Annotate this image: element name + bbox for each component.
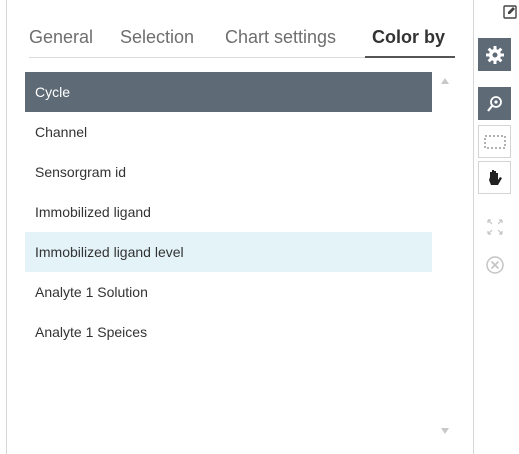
scroll-up-arrow-icon[interactable] [441,78,449,84]
scroll-down-arrow-icon[interactable] [441,428,449,434]
pan-button[interactable] [478,161,511,194]
color-by-option-immobilized-ligand[interactable]: Immobilized ligand [25,192,432,232]
tab-chart-settings[interactable]: Chart settings [225,27,336,48]
properties-panel: General Selection Chart settings Color b… [6,0,474,454]
tab-bar: General Selection Chart settings Color b… [7,0,473,58]
zoom-select-button[interactable] [478,87,511,120]
color-by-option-sensorgram-id[interactable]: Sensorgram id [25,152,432,192]
fit-expand-button[interactable] [478,210,511,243]
edit-icon[interactable] [500,2,519,22]
rectangle-select-icon [484,135,505,148]
tab-color-by[interactable]: Color by [372,27,445,48]
clear-selection-button[interactable] [478,248,511,281]
tab-selection[interactable]: Selection [120,27,194,48]
pan-hand-icon [488,169,502,185]
fit-expand-icon [486,218,503,235]
gear-icon [485,45,504,64]
color-by-option-analyte-1-speices[interactable]: Analyte 1 Speices [25,312,432,352]
zoom-select-icon [486,95,502,112]
color-by-option-cycle[interactable]: Cycle [25,72,432,112]
rectangle-select-button[interactable] [478,125,511,158]
tab-general[interactable]: General [29,27,93,48]
chart-toolbar [478,0,519,454]
color-by-option-immobilized-ligand-level[interactable]: Immobilized ligand level [25,232,432,272]
settings-gear-button[interactable] [478,38,511,71]
color-by-list: Cycle Channel Sensorgram id Immobilized … [25,72,432,452]
color-by-option-analyte-1-solution[interactable]: Analyte 1 Solution [25,272,432,312]
close-circle-icon [485,255,504,274]
color-by-option-channel[interactable]: Channel [25,112,432,152]
active-tab-indicator [365,56,455,58]
